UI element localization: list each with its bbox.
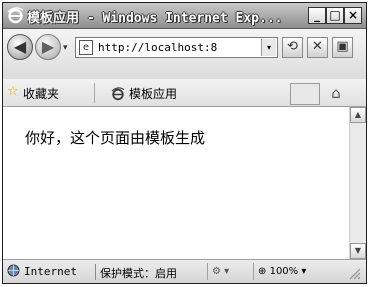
minimize-button[interactable]: _ [308,7,326,24]
stop-icon: ✕ [312,39,323,54]
compatibility-button[interactable]: ▣ [332,37,353,58]
compatibility-icon: ▣ [336,39,349,54]
page-content: 你好，这个页面由模板生成 [3,107,349,259]
globe-icon [7,264,20,277]
tab-current[interactable]: 模板应用 [107,83,287,107]
back-button[interactable]: ◀ [7,34,33,60]
address-toolbar: ◀ ▶ ▾ e http://localhost:8 ▾ ⟲ ✕ ▣ [3,29,366,79]
refresh-button[interactable]: ⟲ [282,37,303,58]
protected-mode-status[interactable]: 保护模式：启用 [100,265,177,281]
settings-icon: ⚙ ▾ [212,266,230,277]
home-button[interactable]: ⌂ [325,82,347,104]
forward-button[interactable]: ▶ [35,34,61,60]
magnifier-icon: ⊕ [258,266,267,277]
close-button[interactable]: × [344,7,362,24]
back-arrow-icon: ◀ [13,37,27,56]
favorites-separator [94,83,95,103]
status-divider [95,264,96,280]
internet-explorer-icon [7,7,24,24]
new-tab-button[interactable] [290,83,320,105]
zoom-level: 100% [269,266,299,277]
url-dropdown-button[interactable]: ▾ [261,39,276,56]
arrow-down-icon: ▼ [354,246,362,255]
favorites-button[interactable]: 收藏夹 [23,85,59,102]
address-field[interactable]: e http://localhost:8 ▾ [75,37,278,58]
forward-arrow-icon: ▶ [41,37,55,56]
page-icon: e [79,40,93,55]
security-zone[interactable]: Internet [24,265,77,278]
tab-title: 模板应用 [129,87,178,101]
zoom-button[interactable]: ⊕ 100% ▾ [253,263,325,280]
scroll-down-button[interactable]: ▼ [350,243,366,259]
status-bar: Internet 保护模式：启用 ⚙ ▾ ⊕ 100% ▾ [3,259,366,283]
maximize-button[interactable]: □ [326,7,344,24]
recent-pages-dropdown-icon[interactable]: ▾ [63,43,68,53]
arrow-up-icon: ▲ [354,110,362,119]
page-text: 你好，这个页面由模板生成 [25,129,206,147]
url-text[interactable]: http://localhost:8 [98,41,248,54]
vertical-scrollbar[interactable]: ▲ ▼ [349,107,366,259]
scroll-up-button[interactable]: ▲ [350,107,366,123]
zone-settings-button[interactable]: ⚙ ▾ [207,263,247,280]
favorites-bar: ☆ 收藏夹 模板应用 ⌂ [3,79,366,107]
ie-window: 模板应用 - Windows Internet Exp... _ □ × ◀ ▶… [2,2,367,284]
ie-page-icon [111,87,125,101]
title-bar[interactable]: 模板应用 - Windows Internet Exp... _ □ × [3,3,366,29]
resize-grip-icon[interactable] [347,266,361,280]
favorites-star-icon[interactable]: ☆ [7,84,19,99]
refresh-icon: ⟲ [287,39,298,54]
zoom-dropdown-icon: ▾ [301,266,307,277]
home-icon: ⌂ [331,84,341,102]
stop-button[interactable]: ✕ [307,37,328,58]
window-title: 模板应用 - Windows Internet Exp... [27,11,283,26]
